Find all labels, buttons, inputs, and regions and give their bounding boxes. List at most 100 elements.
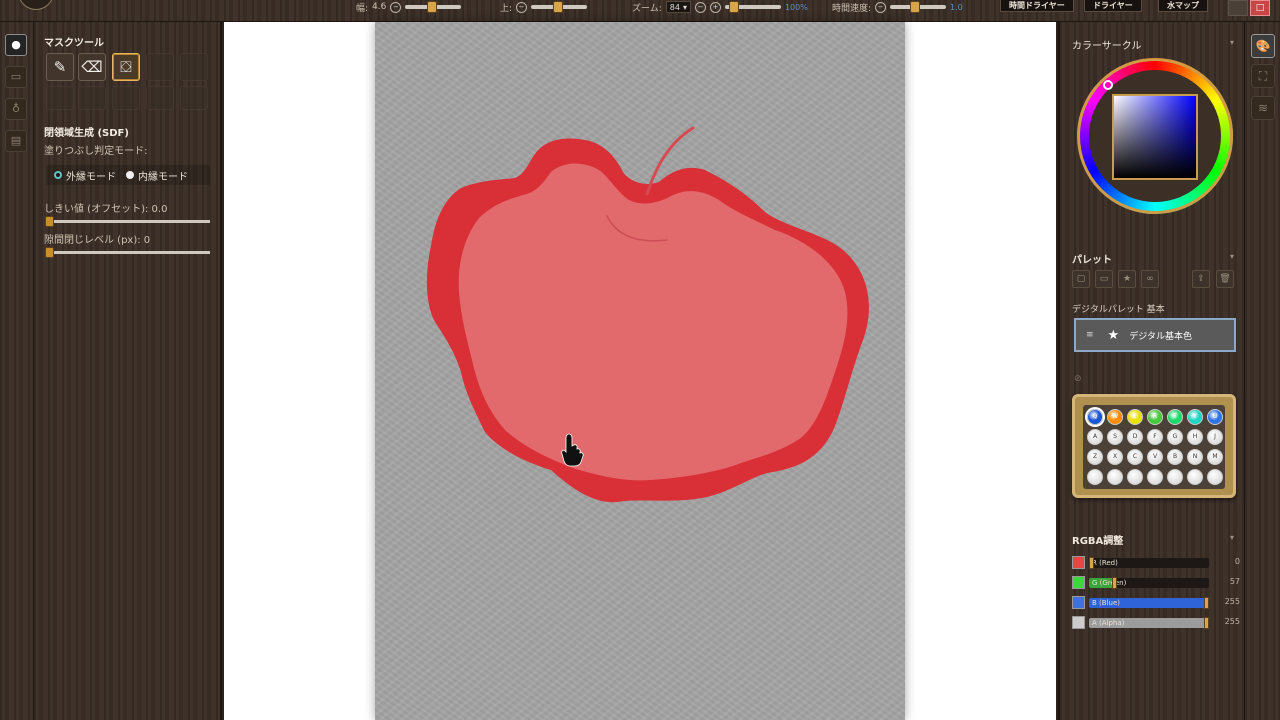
trash-icon: 🗑 xyxy=(1219,274,1231,284)
empty-swatch[interactable] xyxy=(1087,469,1103,485)
empty-swatch[interactable]: H xyxy=(1187,429,1203,445)
color-swatch[interactable]: U xyxy=(1207,409,1223,425)
pen-tool-button[interactable]: ✎ xyxy=(46,53,74,81)
light-tab[interactable]: ♁ xyxy=(5,98,27,120)
palette-delete-button[interactable]: 🗑 xyxy=(1216,270,1234,288)
upper-decrease-icon[interactable]: − xyxy=(516,1,528,13)
hue-picker-knob[interactable] xyxy=(1103,80,1113,90)
swatch-key: W xyxy=(1112,413,1118,420)
palette-open-button[interactable]: ▭ xyxy=(1095,270,1113,288)
width-slider-knob[interactable] xyxy=(427,1,438,13)
color-circle-heading: カラーサークル xyxy=(1072,41,1142,52)
empty-swatch[interactable] xyxy=(1167,469,1183,485)
zoom-in-icon[interactable]: + xyxy=(709,1,721,13)
fill-tool-button[interactable]: ⛋ xyxy=(112,53,140,81)
inner-mode-radio[interactable]: 内縁モード xyxy=(126,168,188,183)
time-decrease-icon[interactable]: − xyxy=(875,1,887,13)
empty-swatch[interactable]: F xyxy=(1147,429,1163,445)
zoom-out-icon[interactable]: − xyxy=(694,1,706,13)
collapse-arrow-icon[interactable]: ▾ xyxy=(1230,38,1234,47)
upper-slider[interactable] xyxy=(531,1,588,13)
outer-mode-radio[interactable]: 外縁モード xyxy=(54,168,116,183)
swatch-key: X xyxy=(1112,453,1118,460)
empty-swatch[interactable]: D xyxy=(1127,429,1143,445)
empty-swatch[interactable]: X xyxy=(1107,449,1123,465)
color-swatch[interactable]: R xyxy=(1147,409,1163,425)
window-minimize-button[interactable] xyxy=(1228,0,1248,16)
swatch-key: N xyxy=(1192,453,1198,460)
channel-slider[interactable]: R (Red) xyxy=(1089,557,1209,569)
empty-swatch[interactable] xyxy=(1107,469,1123,485)
saturation-value-square[interactable] xyxy=(1112,94,1198,180)
channel-slider[interactable]: A (Alpha) xyxy=(1089,617,1209,629)
empty-swatch[interactable]: C xyxy=(1127,449,1143,465)
color-swatch[interactable]: Q xyxy=(1087,409,1103,425)
empty-swatch[interactable] xyxy=(1207,469,1223,485)
threshold-slider-knob[interactable] xyxy=(45,216,54,227)
upper-slider-knob[interactable] xyxy=(553,1,564,13)
eraser-tool-button[interactable]: ⌫ xyxy=(78,53,106,81)
palette-link-button[interactable]: ∞ xyxy=(1141,270,1159,288)
gap-close-label: 隙間閉じレベル (px): 0 xyxy=(44,235,151,246)
time-speed-knob[interactable] xyxy=(910,1,921,13)
paper-canvas[interactable] xyxy=(375,22,905,720)
threshold-slider[interactable] xyxy=(45,216,210,227)
empty-swatch[interactable]: M xyxy=(1207,449,1223,465)
empty-swatch[interactable] xyxy=(1147,469,1163,485)
empty-swatch[interactable]: S xyxy=(1107,429,1123,445)
mask-tool-tab[interactable]: ● xyxy=(5,34,27,56)
drag-handle-icon[interactable]: ≡ xyxy=(1086,330,1094,340)
empty-swatch[interactable]: A xyxy=(1087,429,1103,445)
channel-slider[interactable]: G (Green) xyxy=(1089,577,1209,589)
width-decrease-icon[interactable]: − xyxy=(390,1,402,13)
transform-tab[interactable]: ⛶ xyxy=(1251,64,1275,88)
gap-close-slider-knob[interactable] xyxy=(45,247,54,258)
water-map-button[interactable]: 水マップ xyxy=(1158,0,1208,12)
empty-swatch[interactable]: Z xyxy=(1087,449,1103,465)
channel-slider-knob[interactable] xyxy=(1204,617,1209,629)
empty-swatch[interactable] xyxy=(1127,469,1143,485)
time-speed-value: 1.0 xyxy=(950,2,963,12)
empty-swatch[interactable]: V xyxy=(1147,449,1163,465)
palette-favorite-button[interactable]: ★ xyxy=(1118,270,1136,288)
color-swatch[interactable]: T xyxy=(1167,409,1183,425)
zoom-slider-knob[interactable] xyxy=(728,1,739,13)
link-icon[interactable]: ⊘ xyxy=(1074,374,1082,384)
dryer-button[interactable]: ドライヤー xyxy=(1084,0,1142,12)
canvas-area[interactable] xyxy=(224,22,1056,720)
zoom-select[interactable]: 84 ▾ xyxy=(665,1,691,13)
empty-swatch[interactable]: G xyxy=(1167,429,1183,445)
time-dryer-button[interactable]: 時間ドライヤー xyxy=(1000,0,1074,12)
color-wheel[interactable] xyxy=(1077,58,1233,214)
palette-export-button[interactable]: ⇪ xyxy=(1192,270,1210,288)
layers-tab[interactable]: ≋ xyxy=(1251,96,1275,120)
empty-swatch[interactable]: N xyxy=(1187,449,1203,465)
collapse-arrow-icon[interactable]: ▾ xyxy=(1230,252,1234,261)
collapse-arrow-icon[interactable]: ▾ xyxy=(1230,533,1234,542)
palette-list-item[interactable]: ≡ ★ デジタル基本色 xyxy=(1074,318,1236,352)
palette-tab[interactable]: 🎨 xyxy=(1251,34,1275,58)
palette-new-button[interactable]: ▢ xyxy=(1072,270,1090,288)
channel-slider-knob[interactable] xyxy=(1112,577,1118,589)
empty-swatch[interactable]: J xyxy=(1207,429,1223,445)
empty-swatch[interactable] xyxy=(1187,469,1203,485)
apple-drawing xyxy=(426,126,869,503)
color-swatch[interactable]: E xyxy=(1127,409,1143,425)
channel-slider[interactable]: B (Blue) xyxy=(1089,597,1209,609)
window-close-button[interactable]: □ xyxy=(1250,0,1270,16)
film-tab[interactable]: ▤ xyxy=(5,130,27,152)
color-swatch[interactable]: Y xyxy=(1187,409,1203,425)
disabled-tool-slot xyxy=(180,53,208,81)
width-slider[interactable] xyxy=(405,1,462,13)
layer-tab[interactable]: ▭ xyxy=(5,66,27,88)
gap-close-slider[interactable] xyxy=(45,247,210,258)
pen-icon: ✎ xyxy=(53,58,67,76)
zoom-slider[interactable] xyxy=(724,1,781,13)
color-swatch[interactable]: W xyxy=(1107,409,1123,425)
time-speed-slider[interactable] xyxy=(890,1,947,13)
channel-slider-knob[interactable] xyxy=(1204,597,1209,609)
empty-swatch[interactable]: B xyxy=(1167,449,1183,465)
bulb-icon: ♁ xyxy=(11,102,21,115)
channel-slider-knob[interactable] xyxy=(1089,557,1094,569)
channel-value: 0 xyxy=(1234,557,1240,566)
